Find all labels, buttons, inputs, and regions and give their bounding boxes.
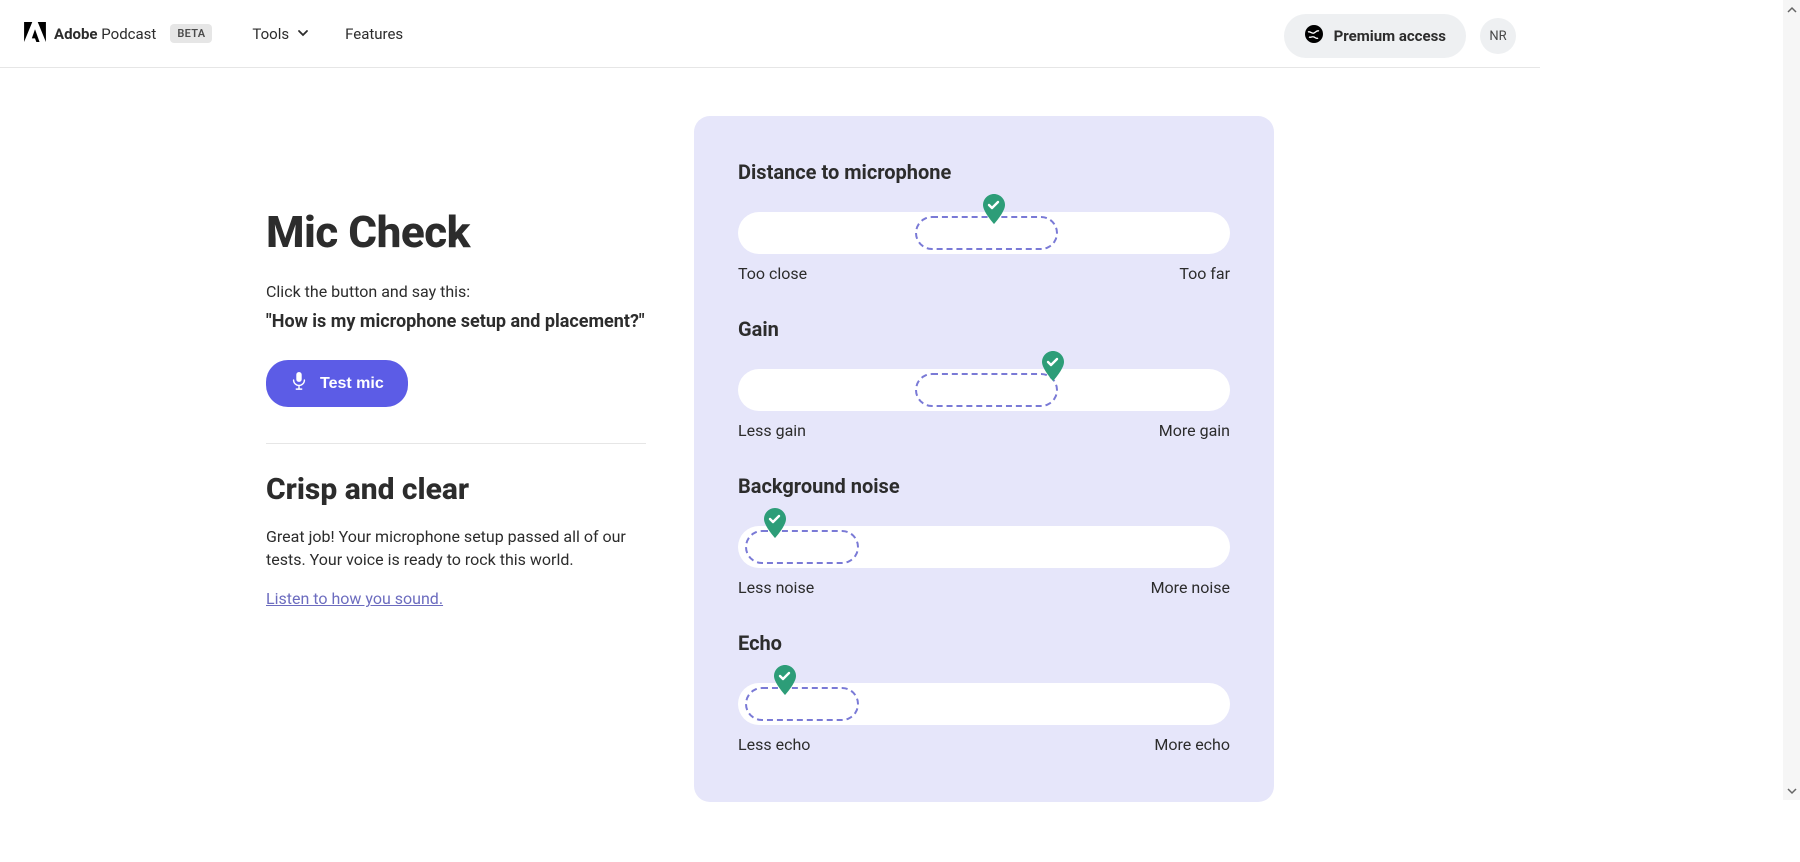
metric-right-label: More noise <box>1151 578 1230 597</box>
chevron-down-icon <box>297 25 309 43</box>
marker-icon <box>1041 351 1065 385</box>
premium-access-button[interactable]: Premium access <box>1284 14 1466 58</box>
metric-left-label: Less noise <box>738 578 814 597</box>
metric-track <box>738 514 1230 568</box>
lead-text: Click the button and say this: <box>266 282 646 301</box>
globe-icon <box>1304 24 1324 48</box>
metric-track <box>738 200 1230 254</box>
microphone-icon <box>290 372 308 395</box>
scroll-down-icon[interactable] <box>1787 781 1797 800</box>
nav-tools[interactable]: Tools <box>252 25 309 43</box>
quote-text: "How is my microphone setup and placemen… <box>266 311 646 332</box>
adobe-logo-icon <box>24 22 46 46</box>
metric-title: Gain <box>738 317 1230 341</box>
beta-badge: BETA <box>170 24 212 43</box>
marker-icon <box>773 665 797 699</box>
metrics-panel: Distance to microphone Too close Too far… <box>694 116 1274 802</box>
avatar[interactable]: NR <box>1480 18 1516 54</box>
test-mic-button[interactable]: Test mic <box>266 360 408 407</box>
metric-left-label: Less gain <box>738 421 806 440</box>
test-mic-label: Test mic <box>320 375 384 393</box>
metric: Gain Less gain More gain <box>738 317 1230 440</box>
metric-right-label: More echo <box>1154 735 1230 754</box>
metric-labels: Less echo More echo <box>738 735 1230 754</box>
metric: Echo Less echo More echo <box>738 631 1230 754</box>
metric-labels: Less noise More noise <box>738 578 1230 597</box>
metric-right-label: Too far <box>1179 264 1230 283</box>
ideal-zone <box>915 373 1058 407</box>
result-title: Crisp and clear <box>266 472 646 507</box>
nav-features-label: Features <box>345 25 403 43</box>
metric-labels: Less gain More gain <box>738 421 1230 440</box>
marker-icon <box>982 194 1006 228</box>
result-body: Great job! Your microphone setup passed … <box>266 525 646 571</box>
page-content: Mic Check Click the button and say this:… <box>0 68 1540 862</box>
nav: Tools Features <box>252 25 403 43</box>
scroll-up-icon[interactable] <box>1787 0 1797 19</box>
left-column: Mic Check Click the button and say this:… <box>266 116 646 802</box>
divider <box>266 443 646 444</box>
topbar: Adobe Podcast BETA Tools Features Premiu… <box>0 0 1540 68</box>
metric-labels: Too close Too far <box>738 264 1230 283</box>
listen-link[interactable]: Listen to how you sound. <box>266 589 443 608</box>
metric-title: Echo <box>738 631 1230 655</box>
marker-icon <box>763 508 787 542</box>
premium-label: Premium access <box>1334 27 1446 45</box>
metric-left-label: Less echo <box>738 735 810 754</box>
metric-right-label: More gain <box>1159 421 1230 440</box>
metric-title: Background noise <box>738 474 1230 498</box>
brand-text: Adobe Podcast <box>54 25 156 43</box>
nav-tools-label: Tools <box>252 25 289 43</box>
top-right: Premium access NR <box>1284 14 1516 58</box>
metric-track <box>738 357 1230 411</box>
page-title: Mic Check <box>266 206 646 258</box>
metric-title: Distance to microphone <box>738 160 1230 184</box>
metric: Distance to microphone Too close Too far <box>738 160 1230 283</box>
ideal-zone <box>745 687 858 721</box>
scrollbar[interactable] <box>1783 0 1800 800</box>
nav-features[interactable]: Features <box>345 25 403 43</box>
metric: Background noise Less noise More noise <box>738 474 1230 597</box>
metric-track <box>738 671 1230 725</box>
brand[interactable]: Adobe Podcast BETA <box>24 22 212 46</box>
metric-left-label: Too close <box>738 264 807 283</box>
avatar-initials: NR <box>1489 29 1506 44</box>
